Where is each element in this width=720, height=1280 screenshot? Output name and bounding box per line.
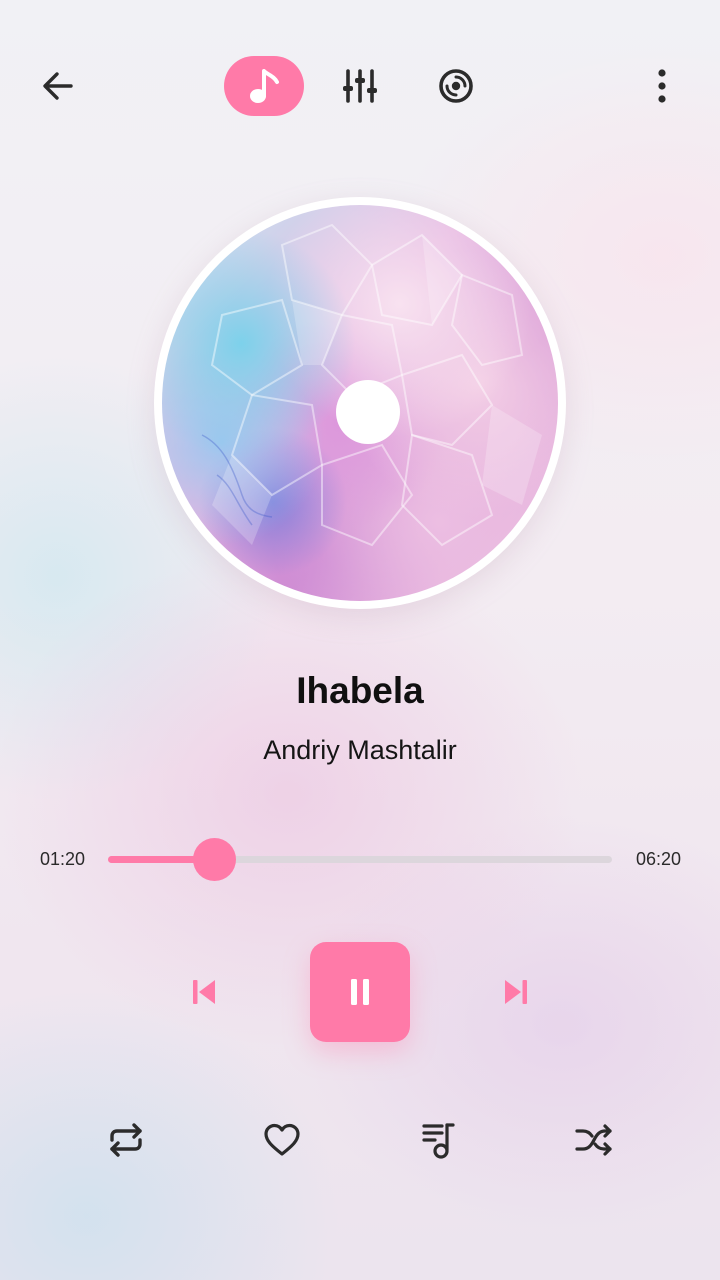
tab-equalizer[interactable] <box>330 58 390 114</box>
elapsed-time: 01:20 <box>40 849 86 869</box>
equalizer-icon <box>343 69 377 103</box>
skip-previous-icon <box>193 980 215 1004</box>
repeat-button[interactable] <box>100 1116 152 1164</box>
track-artist: Andriy Mashtalir <box>263 735 457 765</box>
seek-bar-thumb[interactable] <box>193 838 236 881</box>
skip-next-icon <box>505 980 527 1004</box>
pause-button[interactable] <box>310 942 410 1042</box>
tab-now-playing[interactable] <box>224 56 304 116</box>
more-vertical-icon <box>658 69 666 103</box>
pause-icon <box>351 979 369 1005</box>
more-options-button[interactable] <box>640 62 684 110</box>
music-note-icon <box>250 69 279 103</box>
queue-button[interactable] <box>412 1114 464 1166</box>
heart-icon <box>264 1123 300 1156</box>
shuffle-icon <box>575 1124 612 1156</box>
seek-bar[interactable] <box>108 838 612 881</box>
track-title: Ihabela <box>296 670 424 711</box>
album-cover-image <box>162 205 558 601</box>
queue-music-icon <box>422 1123 455 1159</box>
back-arrow-icon <box>43 72 73 100</box>
disc-icon <box>439 69 473 103</box>
album-disc <box>154 197 566 609</box>
repeat-icon <box>110 1123 142 1157</box>
next-track-button[interactable] <box>488 966 544 1018</box>
favorite-button[interactable] <box>256 1116 308 1164</box>
tab-disc[interactable] <box>426 58 486 114</box>
previous-track-button[interactable] <box>176 966 232 1018</box>
shuffle-button[interactable] <box>568 1116 620 1164</box>
disc-center-hole <box>336 380 400 444</box>
total-time: 06:20 <box>636 849 682 869</box>
back-button[interactable] <box>30 62 86 110</box>
